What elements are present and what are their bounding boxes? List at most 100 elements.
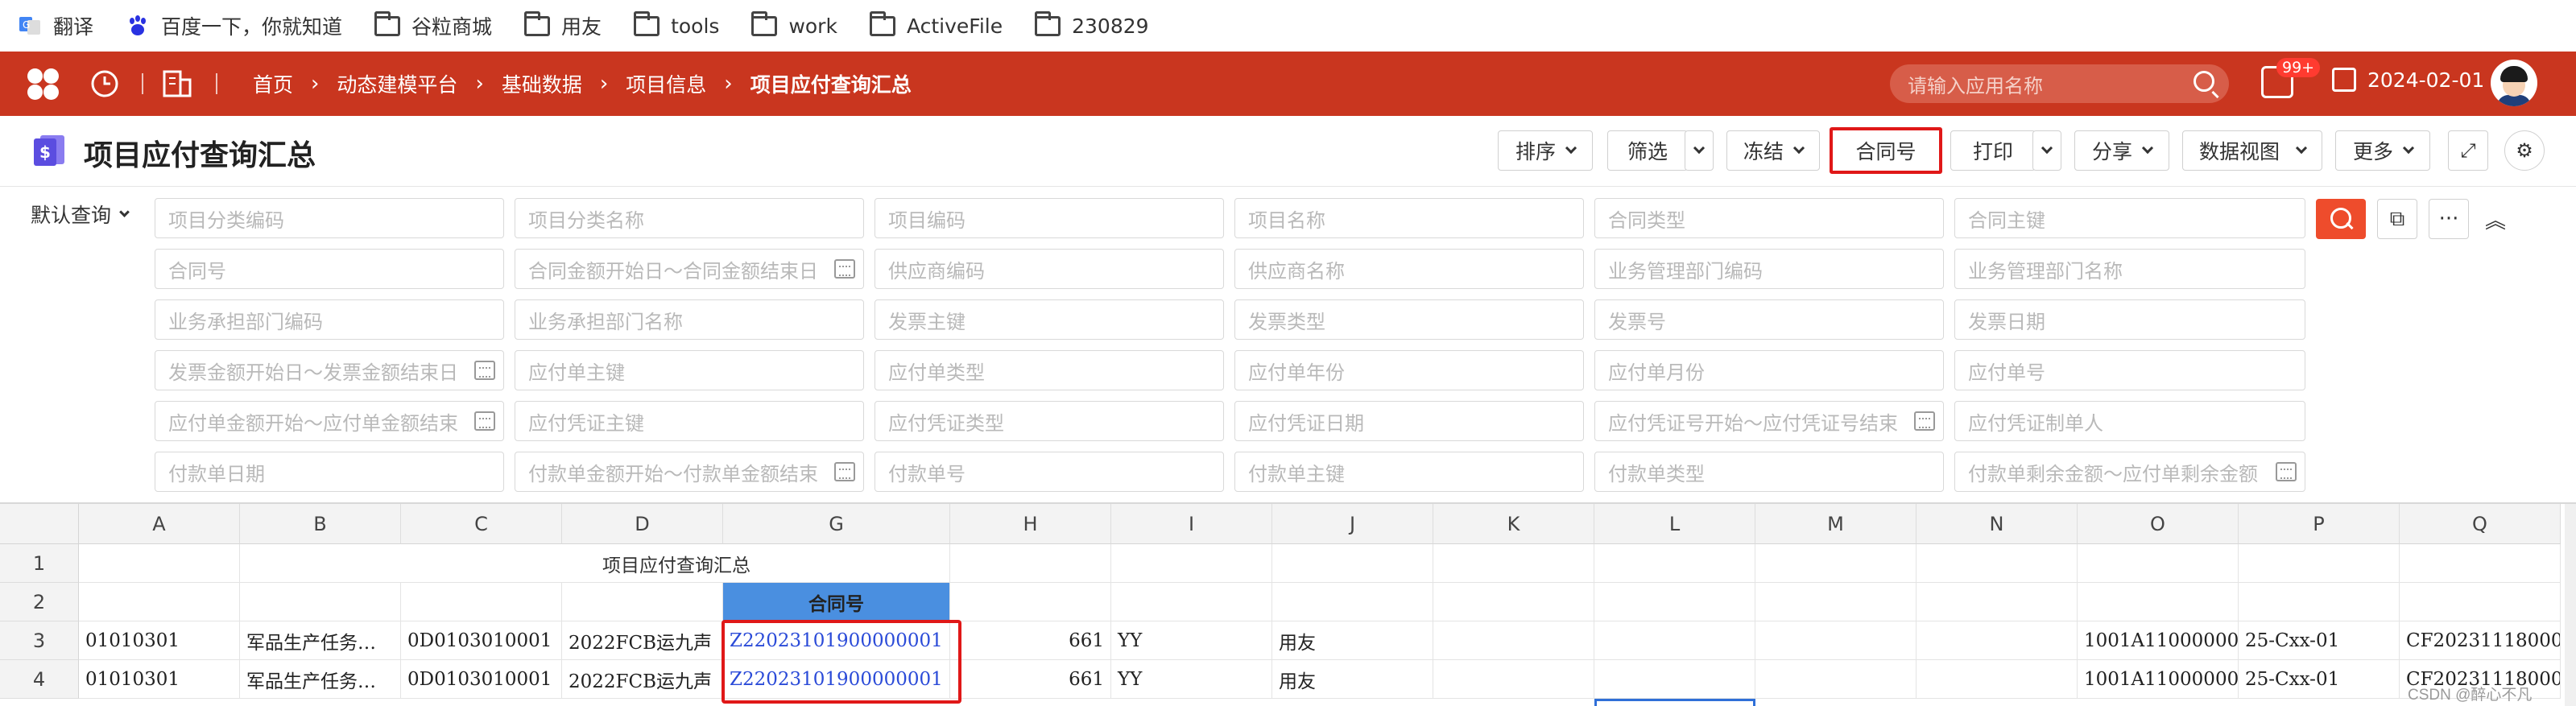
filter-field[interactable]: 供应商编码 [875,249,1224,289]
filter-field[interactable]: 付款单号 [875,452,1224,492]
app-logo-icon[interactable] [24,65,61,102]
search-button[interactable] [2316,199,2366,239]
column-header-l[interactable]: L [1594,504,1755,544]
filter-field[interactable]: 项目分类名称 [515,198,864,238]
filter-field[interactable]: 项目名称 [1234,198,1584,238]
table-cell[interactable] [1433,621,1594,660]
table-cell[interactable]: 2022FCB运九声 [562,660,723,699]
table-cell[interactable]: 用友 [1272,660,1433,699]
bookmark-folder-yonyou[interactable]: 用友 [524,10,602,40]
share-button[interactable]: 分享 [2074,130,2169,171]
table-cell[interactable]: 用友 [1272,621,1433,660]
more-options-icon[interactable]: ··· [2429,199,2469,239]
bookmark-folder-230829[interactable]: 230829 [1035,10,1149,38]
breadcrumb-basic-data[interactable]: 基础数据 [502,69,582,98]
contract-number-cell[interactable]: Z22023101900000001 [723,621,950,660]
fullscreen-icon[interactable]: ⤢ [2448,130,2488,171]
collapse-icon[interactable]: ︽ [2475,199,2516,239]
column-header-p[interactable]: P [2239,504,2400,544]
column-header-q[interactable]: Q [2400,504,2561,544]
table-cell[interactable]: YY [1111,621,1272,660]
filter-field[interactable]: 应付单号 [1954,350,2305,390]
table-cell[interactable] [1272,583,1433,621]
column-header-b[interactable]: B [240,504,401,544]
breadcrumb-home[interactable]: 首页 [253,69,293,98]
avatar[interactable] [2491,60,2537,106]
filter-field[interactable]: 业务承担部门名称 [515,299,864,340]
vertical-scrollbar[interactable] [2565,504,2576,706]
more-button[interactable]: 更多 [2335,130,2430,171]
table-cell[interactable] [1111,583,1272,621]
bookmark-folder-work[interactable]: work [751,10,837,38]
contract-number-header-cell[interactable]: 合同号 [723,583,950,621]
table-cell[interactable]: 0D0103010001 [401,660,562,699]
filter-field[interactable]: 合同类型 [1594,198,1944,238]
filter-field[interactable]: 应付凭证日期 [1234,401,1584,441]
amount-range-field[interactable]: 付款单剩余金额～应付单剩余金额 [1954,452,2305,492]
table-cell[interactable] [240,583,401,621]
column-header-a[interactable]: A [79,504,240,544]
contract-number-cell[interactable]: Z22023101900000001 [723,660,950,699]
table-cell[interactable] [950,544,1111,583]
building-icon[interactable] [161,68,193,99]
table-cell[interactable] [79,544,240,583]
settings-icon[interactable]: ⚙ [2504,130,2545,171]
filter-field[interactable]: 业务管理部门名称 [1954,249,2305,289]
row-header-1[interactable]: 1 [0,544,79,583]
table-cell[interactable]: 01010301 [79,621,240,660]
table-cell[interactable]: 0D0103010001 [401,621,562,660]
column-header-k[interactable]: K [1433,504,1594,544]
filter-field[interactable]: 业务承担部门编码 [155,299,504,340]
date-range-field[interactable]: 合同金额开始日～合同金额结束日 [515,249,864,289]
table-cell[interactable] [1755,660,1916,699]
row-header-4[interactable]: 4 [0,660,79,699]
filter-field[interactable]: 发票类型 [1234,299,1584,340]
breadcrumb-modeling-platform[interactable]: 动态建模平台 [337,69,457,98]
bookmark-folder-activefile[interactable]: ActiveFile [869,10,1003,38]
table-cell[interactable] [1755,583,1916,621]
filter-field[interactable]: 应付凭证类型 [875,401,1224,441]
clock-icon[interactable] [90,69,119,98]
table-cell[interactable] [562,583,723,621]
column-header-h[interactable]: H [950,504,1111,544]
table-cell[interactable] [1594,660,1755,699]
filter-button[interactable]: 筛选 [1607,130,1688,171]
table-cell[interactable]: 军品生产任务… [240,621,401,660]
amount-range-field[interactable]: 应付单金额开始～应付单金额结束 [155,401,504,441]
table-cell[interactable]: 25-Cxx-01 [2239,660,2400,699]
filter-field[interactable]: 业务管理部门编码 [1594,249,1944,289]
column-header-g[interactable]: G [723,504,950,544]
filter-field[interactable]: 应付单年份 [1234,350,1584,390]
column-header-n[interactable]: N [1916,504,2078,544]
table-cell[interactable] [1755,544,1916,583]
table-cell[interactable] [2239,544,2400,583]
filter-field[interactable]: 发票号 [1594,299,1944,340]
table-cell[interactable] [1272,544,1433,583]
sort-button[interactable]: 排序 [1498,130,1593,171]
bookmark-folder-guli[interactable]: 谷粒商城 [374,10,492,40]
filter-field[interactable]: 发票主键 [875,299,1224,340]
table-cell[interactable]: 2022FCB运九声 [562,621,723,660]
table-cell[interactable] [1433,544,1594,583]
data-view-button[interactable]: 数据视图 [2182,130,2322,171]
bookmark-translate[interactable]: G 翻译 [18,11,93,40]
column-header-c[interactable]: C [401,504,562,544]
default-query-select[interactable]: 默认查询 [31,200,130,229]
filter-field[interactable]: 合同主键 [1954,198,2305,238]
table-cell[interactable]: 01010301 [79,660,240,699]
filter-field[interactable]: 发票日期 [1954,299,2305,340]
print-dropdown-button[interactable] [2032,130,2061,171]
table-cell[interactable]: 1001A11000000… [2078,660,2239,699]
table-cell[interactable] [2239,583,2400,621]
table-cell[interactable]: 25-Cxx-01 [2239,621,2400,660]
filter-field[interactable]: 项目编码 [875,198,1224,238]
table-cell[interactable] [1594,621,1755,660]
sheet-title-cell[interactable]: 项目应付查询汇总 [240,544,950,583]
filter-field[interactable]: 应付凭证制单人 [1954,401,2305,441]
filter-field[interactable]: 应付单类型 [875,350,1224,390]
table-cell[interactable] [2400,544,2561,583]
table-cell[interactable] [1916,544,2078,583]
filter-field[interactable]: 应付凭证主键 [515,401,864,441]
table-cell[interactable] [2400,583,2561,621]
row-header-2[interactable]: 2 [0,583,79,621]
